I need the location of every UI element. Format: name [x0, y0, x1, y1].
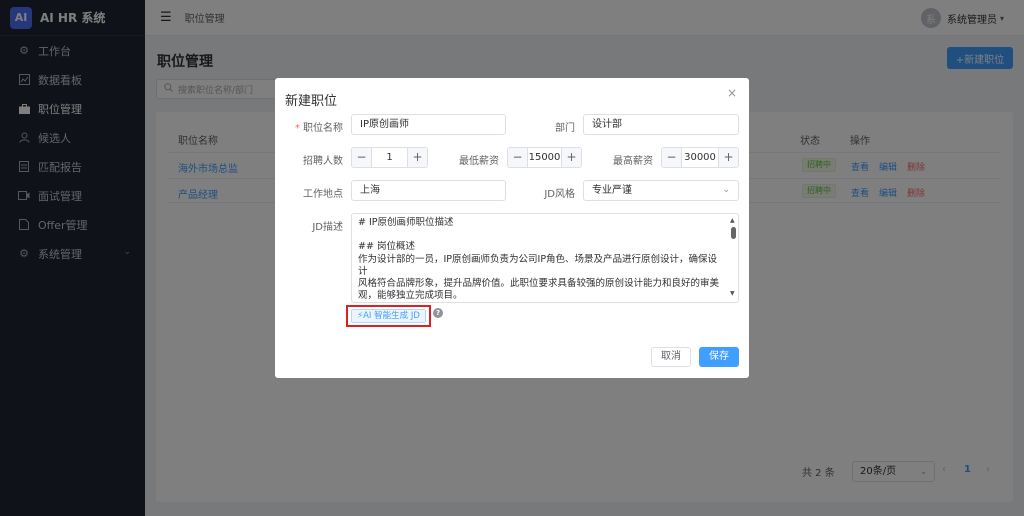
- department-input[interactable]: 设计部: [583, 114, 739, 135]
- jd-line: # IP原创画师职位描述: [358, 217, 454, 228]
- max-salary-stepper[interactable]: − 30000 +: [661, 147, 739, 168]
- field-label-min-salary: 最低薪资: [459, 156, 499, 167]
- min-salary-value[interactable]: 15000: [528, 148, 561, 167]
- jd-line: 作为设计部的一员，IP原创画师负责为公司IP角色、场景及产品进行原创设计，确保设…: [358, 253, 718, 277]
- new-job-dialog: 新建职位 × * 职位名称 IP原创画师 部门 设计部 招聘人数 − 1 + 最低…: [275, 78, 749, 378]
- jd-style-value: 专业严谨: [592, 185, 632, 196]
- cancel-button[interactable]: 取消: [651, 347, 691, 367]
- scroll-up-icon[interactable]: ▲: [730, 217, 735, 224]
- min-salary-stepper[interactable]: − 15000 +: [507, 147, 582, 168]
- jd-textarea[interactable]: # IP原创画师职位描述 ## 岗位概述 作为设计部的一员，IP原创画师负责为公…: [351, 213, 739, 303]
- close-icon[interactable]: ×: [727, 86, 737, 100]
- field-label-location: 工作地点: [303, 189, 343, 200]
- help-icon[interactable]: ?: [433, 308, 443, 318]
- scroll-thumb[interactable]: [731, 227, 736, 239]
- field-label-name: * 职位名称: [295, 123, 343, 134]
- field-label-jd-style: JD风格: [544, 189, 575, 200]
- scroll-down-icon[interactable]: ▼: [730, 290, 735, 297]
- field-label-dept: 部门: [555, 123, 575, 134]
- increment-button[interactable]: +: [718, 148, 738, 167]
- ai-generate-highlight: ⚡AI 智能生成 JD: [346, 305, 431, 327]
- job-name-input[interactable]: IP原创画师: [351, 114, 506, 135]
- chevron-down-icon: ⌄: [722, 185, 730, 195]
- ai-generate-jd-button[interactable]: ⚡AI 智能生成 JD: [351, 309, 426, 323]
- save-button[interactable]: 保存: [699, 347, 739, 367]
- location-input[interactable]: 上海: [351, 180, 506, 201]
- dialog-title: 新建职位: [285, 94, 338, 109]
- max-salary-value[interactable]: 30000: [682, 148, 718, 167]
- jd-line: 观，能够独立完成项目。: [358, 290, 463, 302]
- field-label-jd: JD描述: [312, 222, 343, 233]
- field-label-max-salary: 最高薪资: [613, 156, 653, 167]
- increment-button[interactable]: +: [561, 148, 581, 167]
- field-label-headcount: 招聘人数: [303, 156, 343, 167]
- headcount-value[interactable]: 1: [372, 148, 407, 167]
- jd-line: ## 岗位概述: [358, 241, 415, 253]
- decrement-button[interactable]: −: [662, 148, 682, 167]
- decrement-button[interactable]: −: [352, 148, 372, 167]
- jd-line: [358, 229, 726, 241]
- jd-line: 风格符合品牌形象，提升品牌价值。此职位要求具备较强的原创设计能力和良好的审美: [358, 278, 720, 290]
- jd-scrollbar[interactable]: ▲ ▼: [730, 217, 736, 297]
- jd-content: # IP原创画师职位描述 ## 岗位概述 作为设计部的一员，IP原创画师负责为公…: [358, 217, 726, 302]
- increment-button[interactable]: +: [407, 148, 427, 167]
- decrement-button[interactable]: −: [508, 148, 528, 167]
- jd-style-select[interactable]: 专业严谨 ⌄: [583, 180, 739, 201]
- headcount-stepper[interactable]: − 1 +: [351, 147, 428, 168]
